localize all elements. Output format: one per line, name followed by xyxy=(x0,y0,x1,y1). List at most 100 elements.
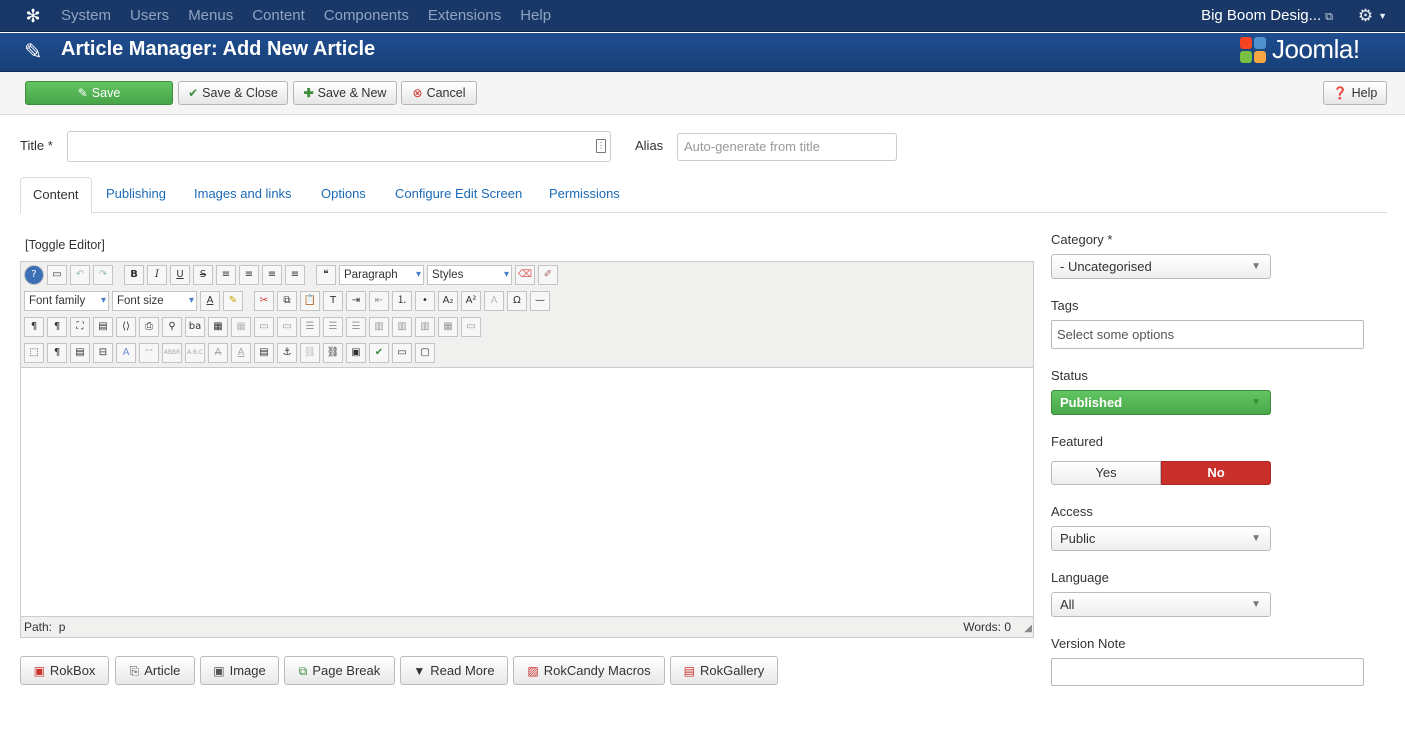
cell-props-icon[interactable]: ▭ xyxy=(277,317,297,337)
version-note-input[interactable] xyxy=(1051,658,1364,686)
delete-col-icon[interactable]: ▥ xyxy=(415,317,435,337)
link-icon[interactable]: ⛓ xyxy=(323,343,343,363)
find-icon[interactable]: ⚲ xyxy=(162,317,182,337)
layer-icon[interactable]: ▭ xyxy=(392,343,412,363)
ltr-icon[interactable]: ¶ xyxy=(24,317,44,337)
spellcheck-icon[interactable]: ✔ xyxy=(369,343,389,363)
joomla-icon[interactable]: ✻ xyxy=(22,6,44,26)
numbered-list-icon[interactable]: ⒈ xyxy=(392,291,412,311)
subscript-icon[interactable]: A₂ xyxy=(438,291,458,311)
font-family-select[interactable]: Font family xyxy=(24,291,109,311)
anchor-icon[interactable]: ⚓ xyxy=(277,343,297,363)
redo-icon[interactable]: ↷ xyxy=(93,265,113,285)
abbr-icon[interactable]: ABBR xyxy=(162,343,182,363)
preview-icon[interactable]: ▤ xyxy=(93,317,113,337)
delete-table-icon[interactable]: ▦ xyxy=(231,317,251,337)
title-input[interactable]: ⋮ xyxy=(67,131,611,162)
site-link[interactable]: Big Boom Desig... ⧉ xyxy=(1201,0,1333,33)
alias-input[interactable]: Auto-generate from title xyxy=(677,133,897,161)
font-color-disabled-icon[interactable]: A xyxy=(484,291,504,311)
image-icon[interactable]: ▣ xyxy=(346,343,366,363)
read-more-button[interactable]: ▼ Read More xyxy=(400,656,508,685)
delete-row-icon[interactable]: ☰ xyxy=(346,317,366,337)
col-after-icon[interactable]: ▥ xyxy=(392,317,412,337)
visual-aid-icon[interactable]: ⬚ xyxy=(24,343,44,363)
help-icon[interactable]: ? xyxy=(24,265,44,285)
strikethrough-icon[interactable]: S xyxy=(193,265,213,285)
menu-components[interactable]: Components xyxy=(324,0,409,32)
attributes-icon[interactable]: ▤ xyxy=(254,343,274,363)
text-color-icon[interactable]: A xyxy=(200,291,220,311)
copy-icon[interactable]: ⧉ xyxy=(277,291,297,311)
pilcrow-icon[interactable]: ¶ xyxy=(47,343,67,363)
highlight-color-icon[interactable]: ✎ xyxy=(223,291,243,311)
menu-system[interactable]: System xyxy=(61,0,111,32)
omega-icon[interactable]: Ω xyxy=(507,291,527,311)
split-cells-icon[interactable]: ▦ xyxy=(438,317,458,337)
table-icon[interactable]: ▦ xyxy=(208,317,228,337)
image-button[interactable]: ▣ Image xyxy=(200,656,279,685)
paste-text-icon[interactable]: T xyxy=(323,291,343,311)
undo-icon[interactable]: ↶ xyxy=(70,265,90,285)
status-select[interactable]: Published ▼ xyxy=(1051,390,1271,415)
cite-icon[interactable]: “” xyxy=(139,343,159,363)
italic-icon[interactable]: I xyxy=(147,265,167,285)
replace-icon[interactable]: ba xyxy=(185,317,205,337)
row-props-icon[interactable]: ▭ xyxy=(254,317,274,337)
category-select[interactable]: - Uncategorised ▼ xyxy=(1051,254,1271,279)
code-icon[interactable]: ⟨⟩ xyxy=(116,317,136,337)
featured-yes-button[interactable]: Yes xyxy=(1051,461,1161,485)
align-center-icon[interactable]: ≡ xyxy=(239,265,259,285)
horizontal-rule-icon[interactable]: — xyxy=(530,291,550,311)
path-value[interactable]: p xyxy=(59,620,66,634)
save-button[interactable]: ✎ Save xyxy=(25,81,173,105)
tags-input[interactable]: Select some options xyxy=(1051,320,1364,349)
settings-menu[interactable]: ⚙ ▼ xyxy=(1358,0,1387,32)
superscript-icon[interactable]: A² xyxy=(461,291,481,311)
menu-menus[interactable]: Menus xyxy=(188,0,233,32)
indent-icon[interactable]: ⇥ xyxy=(346,291,366,311)
cut-icon[interactable]: ✂ xyxy=(254,291,274,311)
menu-content[interactable]: Content xyxy=(252,0,305,32)
bold-icon[interactable]: B xyxy=(124,265,144,285)
template-icon[interactable]: ▤ xyxy=(70,343,90,363)
align-left-icon[interactable]: ≡ xyxy=(262,265,282,285)
del-icon[interactable]: A xyxy=(208,343,228,363)
help-button[interactable]: ❓ Help xyxy=(1323,81,1387,105)
paste-icon[interactable]: 📋 xyxy=(300,291,320,311)
editor-content-area[interactable] xyxy=(21,367,1033,617)
tab-configure-edit-screen[interactable]: Configure Edit Screen xyxy=(395,177,522,213)
rokcandy-macros-button[interactable]: ▨ RokCandy Macros xyxy=(513,656,665,685)
tab-options[interactable]: Options xyxy=(321,177,366,213)
menu-users[interactable]: Users xyxy=(130,0,169,32)
language-select[interactable]: All ▼ xyxy=(1051,592,1271,617)
bullet-list-icon[interactable]: • xyxy=(415,291,435,311)
unlink-icon[interactable]: ⛓ xyxy=(300,343,320,363)
align-right-icon[interactable]: ≡ xyxy=(285,265,305,285)
row-after-icon[interactable]: ☰ xyxy=(323,317,343,337)
format-select[interactable]: Paragraph xyxy=(339,265,424,285)
article-button[interactable]: ⎘ Article xyxy=(115,656,195,685)
acronym-icon[interactable]: A.B.C xyxy=(185,343,205,363)
menu-extensions[interactable]: Extensions xyxy=(428,0,501,32)
merge-cells-icon[interactable]: ▭ xyxy=(461,317,481,337)
rtl-icon[interactable]: ¶ xyxy=(47,317,67,337)
tab-images-and-links[interactable]: Images and links xyxy=(194,177,292,213)
clean-brush-icon[interactable]: ✐ xyxy=(538,265,558,285)
fullscreen-icon[interactable]: ⛶ xyxy=(70,317,90,337)
page-break-button[interactable]: ⧉ Page Break xyxy=(284,656,395,685)
page-break-icon[interactable]: ⊟ xyxy=(93,343,113,363)
print-icon[interactable]: ⎙ xyxy=(139,317,159,337)
toggle-editor-link[interactable]: [Toggle Editor] xyxy=(25,238,105,252)
align-justify-icon[interactable]: ≡ xyxy=(216,265,236,285)
featured-no-button[interactable]: No xyxy=(1161,461,1271,485)
rokgallery-button[interactable]: ▤ RokGallery xyxy=(670,656,778,685)
styles-props-icon[interactable]: A xyxy=(116,343,136,363)
save-close-button[interactable]: ✔ Save & Close xyxy=(178,81,288,105)
cancel-button[interactable]: ⊗ Cancel xyxy=(401,81,477,105)
col-before-icon[interactable]: ▥ xyxy=(369,317,389,337)
row-before-icon[interactable]: ☰ xyxy=(300,317,320,337)
access-select[interactable]: Public ▼ xyxy=(1051,526,1271,551)
media-icon[interactable]: ▢ xyxy=(415,343,435,363)
outdent-icon[interactable]: ⇤ xyxy=(369,291,389,311)
